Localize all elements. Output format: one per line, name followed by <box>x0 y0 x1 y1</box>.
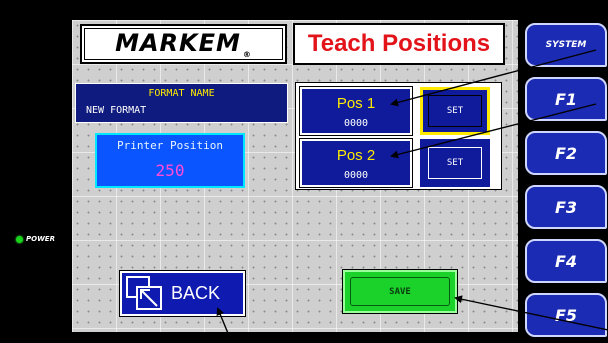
markem-logo: MARKEM ® <box>80 24 287 64</box>
page-title: Teach Positions <box>307 30 491 57</box>
pos-2-value: 0000 <box>343 170 369 181</box>
system-key[interactable]: SYSTEM <box>525 23 607 67</box>
function-key-column: SYSTEM F1 F2 F3 F4 F5 <box>518 20 608 343</box>
pos-1-button[interactable]: Pos 1 0000 <box>300 87 412 135</box>
f4-key[interactable]: F4 <box>525 239 607 283</box>
pos-1-value: 0000 <box>343 118 369 129</box>
printer-position-field[interactable]: Printer Position 250 <box>95 133 245 188</box>
pos-1-set-button[interactable]: SET <box>420 87 490 135</box>
save-button-inner-frame <box>350 277 450 306</box>
power-indicator: POWER <box>16 235 55 243</box>
back-button[interactable]: BACK <box>120 271 245 316</box>
pos-2-set-button[interactable]: SET <box>420 139 490 187</box>
printer-position-label: Printer Position <box>117 139 223 152</box>
pos-1-label: Pos 1 <box>336 95 376 112</box>
f2-key-label: F2 <box>554 143 578 163</box>
pos-2-button[interactable]: Pos 2 0000 <box>300 139 412 187</box>
f3-key-label: F3 <box>554 197 578 217</box>
positions-panel: Pos 1 0000 SET Pos 2 0000 SET <box>295 82 502 190</box>
f3-key[interactable]: F3 <box>525 185 607 229</box>
page-title-box: Teach Positions <box>293 23 505 65</box>
f2-key[interactable]: F2 <box>525 131 607 175</box>
f5-key[interactable]: F5 <box>525 293 607 337</box>
set-button-inner-frame <box>428 95 482 127</box>
back-arrow-icon <box>126 275 162 310</box>
save-button[interactable]: SAVE <box>343 270 457 313</box>
printer-position-value: 250 <box>155 161 185 180</box>
left-bezel: POWER <box>0 0 72 343</box>
format-name-value: NEW FORMAT <box>86 105 147 116</box>
f4-key-label: F4 <box>554 251 578 271</box>
hmi-screen: MARKEM ® Teach Positions FORMAT NAME NEW … <box>72 20 518 332</box>
power-led-icon <box>16 235 23 243</box>
pos-2-label: Pos 2 <box>336 147 376 164</box>
format-name-label: FORMAT NAME <box>148 88 215 99</box>
f1-key-label: F1 <box>554 89 578 109</box>
logo-text: MARKEM ® <box>115 29 252 59</box>
f1-key[interactable]: F1 <box>525 77 607 121</box>
system-key-label: SYSTEM <box>545 40 587 50</box>
format-name-field[interactable]: FORMAT NAME NEW FORMAT <box>75 83 288 123</box>
set-button-inner-frame <box>428 147 482 179</box>
power-label: POWER <box>26 235 55 243</box>
f5-key-label: F5 <box>554 305 578 325</box>
back-button-label: BACK <box>171 283 221 303</box>
